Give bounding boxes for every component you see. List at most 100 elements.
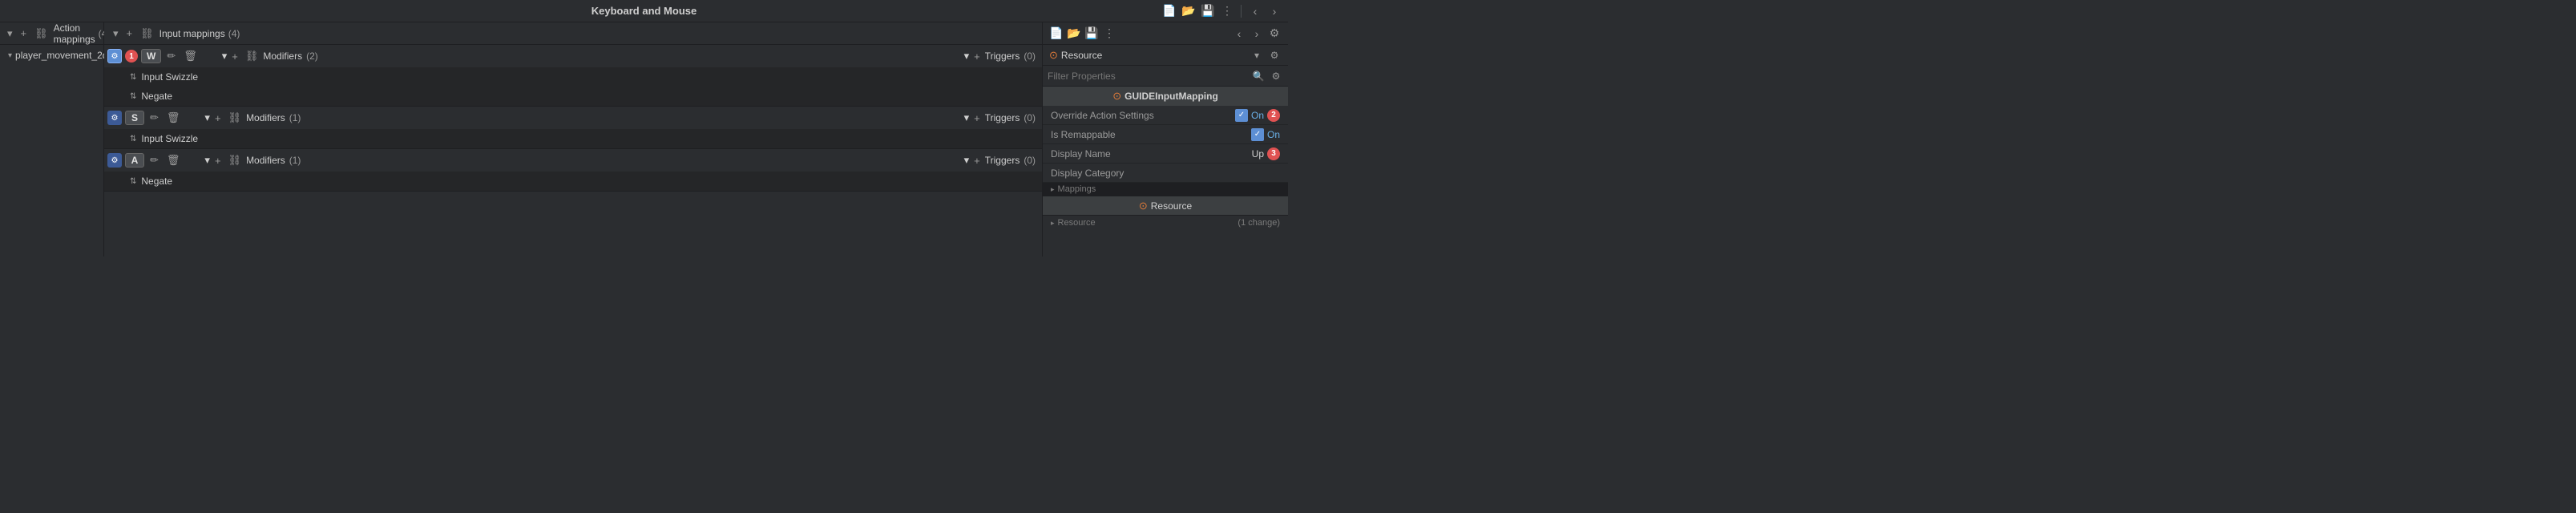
right-open-file-icon[interactable]: 📂	[1067, 26, 1081, 41]
link-action-mapping-icon[interactable]: ⛓	[32, 26, 50, 41]
is-remappable-checkbox[interactable]: ✓	[1251, 128, 1264, 141]
mapping-row-w[interactable]: ⚙ 1 W ✏ 🗑 ▾ + ⛓ Modifiers (2) ▾ + Trigge…	[104, 45, 1042, 67]
player-movement-item[interactable]: ▾ player_movement_2d	[5, 48, 99, 63]
main-layout: ▾ + ⛓ Action mappings (4) ▾ player_movem…	[0, 22, 1288, 256]
action-mappings-content: ▾ player_movement_2d	[0, 45, 103, 256]
right-menu-icon[interactable]: ⋮	[1102, 26, 1116, 41]
expand-input-mappings-icon[interactable]: ▾	[111, 26, 121, 41]
sub-expand-negate-icon: ⇅	[130, 92, 136, 101]
settings-icon-w[interactable]: ⚙	[107, 49, 122, 63]
right-back-icon[interactable]: ‹	[1232, 26, 1246, 41]
filter-properties-input[interactable]	[1048, 71, 1248, 82]
mapping-row-a[interactable]: ⚙ A ✏ 🗑 ▾ + ⛓ Modifiers (1) ▾ + Triggers	[104, 149, 1042, 172]
display-name-text: Up	[1252, 148, 1264, 160]
mappings-section-divider[interactable]: ▸ Mappings	[1043, 183, 1288, 196]
add-trigger-a-icon[interactable]: +	[971, 154, 983, 168]
resource-section-bottom[interactable]: ▸ Resource (1 change)	[1043, 215, 1288, 230]
add-trigger-w-icon[interactable]: +	[971, 50, 983, 63]
add-modifier-w-icon[interactable]: +	[229, 50, 240, 63]
add-modifier-a-icon[interactable]: +	[212, 154, 224, 168]
add-trigger-s-icon[interactable]: +	[971, 111, 983, 125]
mapping-row-s[interactable]: ⚙ S ✏ 🗑 ▾ + ⛓ Modifiers (1) ▾ + Triggers	[104, 107, 1042, 129]
right-forward-icon[interactable]: ›	[1250, 26, 1264, 41]
right-panel: 📄 📂 💾 ⋮ ‹ › ⚙ ⊙ Resource ▾ ⚙ 🔍 ⚙	[1043, 22, 1288, 256]
search-icon[interactable]: 🔍	[1251, 69, 1266, 83]
triggers-w-count: (0)	[1024, 50, 1036, 62]
key-s[interactable]: S	[125, 111, 144, 125]
filter-settings-icon[interactable]: ⚙	[1269, 69, 1283, 83]
mapping-row-w-section: ⚙ 1 W ✏ 🗑 ▾ + ⛓ Modifiers (2) ▾ + Trigge…	[104, 45, 1042, 107]
sub-item-input-swizzle-w[interactable]: ⇅ Input Swizzle	[104, 67, 1042, 87]
triggers-a-btn[interactable]: ▾ + Triggers (0)	[961, 152, 1039, 169]
key-a[interactable]: A	[125, 153, 144, 168]
settings-icon-s[interactable]: ⚙	[107, 111, 122, 125]
expand-player-movement-icon: ▾	[8, 51, 12, 60]
mappings-section-label: Mappings	[1058, 184, 1096, 194]
display-name-label: Display Name	[1051, 148, 1252, 160]
guide-input-mapping-header: ⊙ GUIDEInputMapping	[1043, 87, 1288, 106]
add-input-mapping-icon[interactable]: +	[124, 26, 135, 40]
sub-expand-icon-a: ⇅	[130, 177, 136, 186]
input-mappings-count: (4)	[228, 28, 240, 39]
edit-s-icon[interactable]: ✏	[147, 111, 161, 125]
triggers-s-btn[interactable]: ▾ + Triggers (0)	[961, 110, 1039, 127]
player-movement-label: player_movement_2d	[15, 50, 107, 61]
save-file-icon[interactable]: 💾	[1201, 4, 1215, 18]
notification-badge-2: 2	[1267, 109, 1280, 122]
resource-change-label: (1 change)	[1238, 218, 1280, 228]
link-input-mapping-icon[interactable]: ⛓	[138, 26, 156, 41]
resource-settings-icon[interactable]: ⚙	[1267, 48, 1282, 63]
edit-w-icon[interactable]: ✏	[164, 49, 178, 63]
delete-s-icon[interactable]: 🗑	[164, 111, 183, 125]
expand-action-mappings-icon[interactable]: ▾	[5, 26, 15, 41]
add-action-mapping-icon[interactable]: +	[18, 26, 30, 40]
sub-item-input-swizzle-s[interactable]: ⇅ Input Swizzle	[104, 129, 1042, 148]
link-modifier-a-icon[interactable]: ⛓	[226, 153, 244, 168]
middle-panel: ▾ + ⛓ Input mappings (4) ⚙ 1 W ✏ 🗑 ▾ + ⛓…	[104, 22, 1043, 256]
right-save-icon[interactable]: 💾	[1084, 26, 1099, 41]
is-remappable-row: Is Remappable ✓ On	[1043, 125, 1288, 144]
modifiers-s-count: (1)	[289, 112, 301, 123]
sub-item-negate-w[interactable]: ⇅ Negate	[104, 87, 1042, 106]
menu-icon[interactable]: ⋮	[1220, 4, 1234, 18]
negate-w-label: Negate	[141, 91, 172, 102]
modifiers-w-label: Modifiers	[263, 50, 302, 62]
modifiers-a-btn[interactable]: ▾ + ⛓ Modifiers (1)	[201, 151, 304, 169]
display-category-row: Display Category	[1043, 164, 1288, 183]
link-modifier-s-icon[interactable]: ⛓	[226, 111, 244, 125]
sub-item-negate-a[interactable]: ⇅ Negate	[104, 172, 1042, 191]
modifiers-a-label: Modifiers	[246, 155, 285, 166]
is-remappable-on: On	[1267, 129, 1280, 140]
is-remappable-label: Is Remappable	[1051, 129, 1251, 140]
right-new-file-icon[interactable]: 📄	[1049, 26, 1064, 41]
right-panel-top-bar: 📄 📂 💾 ⋮ ‹ › ⚙	[1043, 22, 1288, 45]
delete-a-icon[interactable]: 🗑	[164, 153, 183, 168]
modifiers-w-btn[interactable]: ▾ + ⛓ Modifiers (2)	[219, 47, 321, 65]
edit-a-icon[interactable]: ✏	[147, 153, 161, 168]
triggers-w-label: Triggers	[985, 50, 1020, 62]
triggers-s-label: Triggers	[985, 112, 1020, 123]
new-file-icon[interactable]: 📄	[1162, 4, 1177, 18]
modifiers-s-btn[interactable]: ▾ + ⛓ Modifiers (1)	[201, 109, 304, 127]
expand-triggers-s-icon: ▾	[964, 111, 970, 124]
open-file-icon[interactable]: 📂	[1181, 4, 1196, 18]
delete-w-icon[interactable]: 🗑	[181, 49, 200, 63]
resource-footer-btn[interactable]: ⊙ Resource	[1043, 196, 1288, 215]
triggers-a-label: Triggers	[985, 155, 1020, 166]
resource-footer-label: Resource	[1151, 200, 1192, 212]
back-icon[interactable]: ‹	[1248, 4, 1262, 18]
forward-icon[interactable]: ›	[1267, 4, 1282, 18]
right-settings-icon[interactable]: ⚙	[1267, 26, 1282, 41]
resource-section-label: Resource	[1058, 218, 1096, 228]
triggers-w-btn[interactable]: ▾ + Triggers (0)	[961, 48, 1039, 65]
modifiers-w-count: (2)	[306, 50, 318, 62]
resource-expand-icon[interactable]: ▾	[1250, 48, 1264, 63]
settings-icon-a[interactable]: ⚙	[107, 153, 122, 168]
add-modifier-s-icon[interactable]: +	[212, 111, 224, 125]
link-modifier-w-icon[interactable]: ⛓	[243, 49, 261, 63]
mapping-row-a-section: ⚙ A ✏ 🗑 ▾ + ⛓ Modifiers (1) ▾ + Triggers	[104, 149, 1042, 192]
expand-modifiers-w-icon: ▾	[222, 50, 228, 63]
override-action-settings-checkbox[interactable]: ✓	[1235, 109, 1248, 122]
key-w[interactable]: W	[141, 49, 161, 63]
expand-modifiers-a-icon: ▾	[204, 154, 210, 167]
